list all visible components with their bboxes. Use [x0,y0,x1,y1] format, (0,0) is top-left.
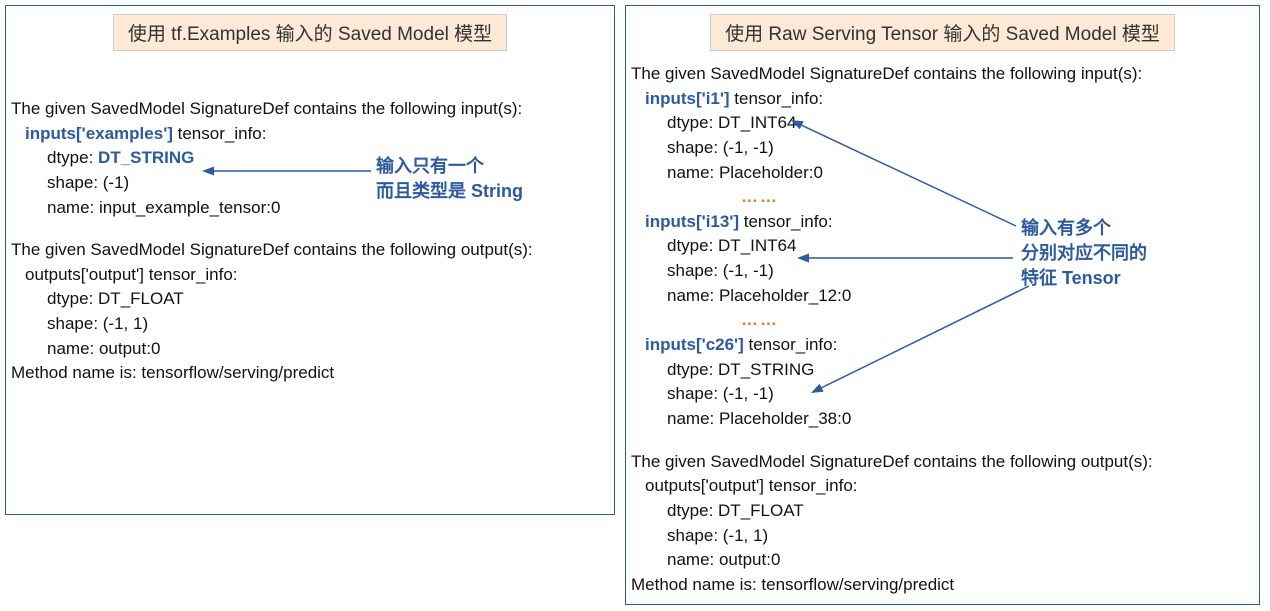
left-panel: 使用 tf.Examples 输入的 Saved Model 模型 The gi… [5,5,615,515]
right-input-header: The given SavedModel SignatureDef contai… [631,62,1254,87]
c26-label: inputs['c26'] [645,335,744,354]
i13-label: inputs['i13'] [645,212,739,231]
dots1: …… [631,185,1254,210]
right-annot-line2: 分别对应不同的 [1021,241,1147,266]
right-out-name: name: output:0 [631,548,1254,573]
right-annot-line3: 特征 Tensor [1021,266,1147,291]
right-out-dtype: dtype: DT_FLOAT [631,499,1254,524]
right-output-header: The given SavedModel SignatureDef contai… [631,450,1254,475]
dtype-label: dtype: [47,148,98,167]
dtype-value: DT_STRING [98,148,194,167]
i13-line: inputs['i13'] tensor_info: [631,210,1254,235]
right-panel: 使用 Raw Serving Tensor 输入的 Saved Model 模型… [625,5,1260,605]
c26-shape: shape: (-1, -1) [631,382,1254,407]
right-output-label: outputs['output'] tensor_info: [631,474,1254,499]
i13-name: name: Placeholder_12:0 [631,284,1254,309]
tensor-info-text: tensor_info: [173,124,267,143]
left-out-dtype: dtype: DT_FLOAT [11,287,609,312]
left-output-header: The given SavedModel SignatureDef contai… [11,238,609,263]
left-title-wrap: 使用 tf.Examples 输入的 Saved Model 模型 [6,6,614,51]
left-out-shape: shape: (-1, 1) [11,312,609,337]
left-title: 使用 tf.Examples 输入的 Saved Model 模型 [113,14,507,51]
i13-dtype: dtype: DT_INT64 [631,234,1254,259]
right-annot-line1: 输入有多个 [1021,216,1147,241]
right-method: Method name is: tensorflow/serving/predi… [631,573,1254,598]
right-title-wrap: 使用 Raw Serving Tensor 输入的 Saved Model 模型 [626,6,1259,51]
dots2: …… [631,308,1254,333]
i1-shape: shape: (-1, -1) [631,136,1254,161]
tensor-info-text: tensor_info: [730,89,824,108]
left-input-label: inputs['examples'] [25,124,173,143]
right-out-shape: shape: (-1, 1) [631,524,1254,549]
left-method: Method name is: tensorflow/serving/predi… [11,361,609,386]
tensor-info-text: tensor_info: [739,212,833,231]
right-title: 使用 Raw Serving Tensor 输入的 Saved Model 模型 [710,14,1175,51]
left-annot-line1: 输入只有一个 [376,154,523,179]
right-annotation: 输入有多个 分别对应不同的 特征 Tensor [1021,216,1147,292]
tensor-info-text: tensor_info: [744,335,838,354]
left-content: The given SavedModel SignatureDef contai… [6,51,614,396]
c26-dtype: dtype: DT_STRING [631,358,1254,383]
i1-dtype: dtype: DT_INT64 [631,111,1254,136]
i1-label: inputs['i1'] [645,89,730,108]
left-out-name: name: output:0 [11,337,609,362]
c26-name: name: Placeholder_38:0 [631,407,1254,432]
left-input-line: inputs['examples'] tensor_info: [11,122,609,147]
i13-shape: shape: (-1, -1) [631,259,1254,284]
left-input-header: The given SavedModel SignatureDef contai… [11,97,609,122]
left-annotation: 输入只有一个 而且类型是 String [376,154,523,204]
i1-name: name: Placeholder:0 [631,161,1254,186]
c26-line: inputs['c26'] tensor_info: [631,333,1254,358]
left-output-label: outputs['output'] tensor_info: [11,263,609,288]
i1-line: inputs['i1'] tensor_info: [631,87,1254,112]
left-annot-line2: 而且类型是 String [376,179,523,204]
right-content: The given SavedModel SignatureDef contai… [626,51,1259,602]
